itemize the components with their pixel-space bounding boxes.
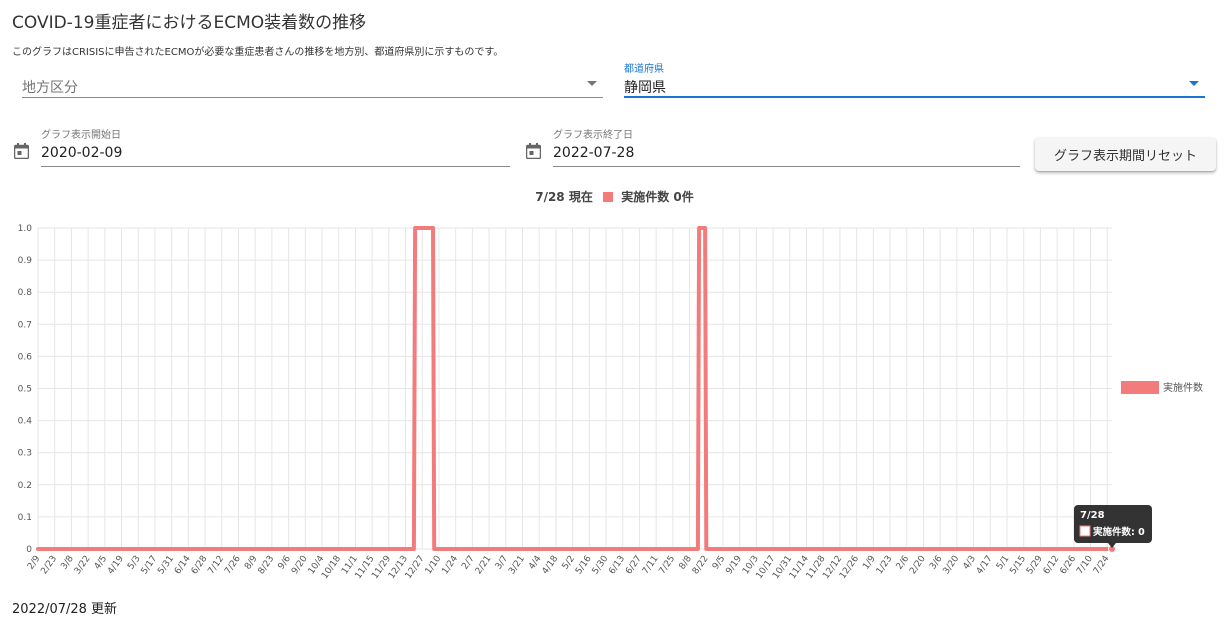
x-tick-label: 5/15 bbox=[1008, 554, 1028, 576]
y-tick-label: 0.7 bbox=[18, 320, 32, 330]
prefecture-label: 都道府県 bbox=[624, 64, 664, 75]
page-description: このグラフはCRISISに申告されたECMOが必要な重症患者さんの推移を地方別、… bbox=[12, 47, 504, 58]
last-updated: 2022/07/28 更新 bbox=[12, 602, 118, 617]
x-tick-label: 7/25 bbox=[658, 554, 678, 576]
region-placeholder: 地方区分 bbox=[22, 80, 78, 96]
x-tick-label: 1/24 bbox=[440, 554, 460, 577]
summary-series-label: 実施件数 bbox=[621, 190, 670, 204]
x-tick-label: 5/16 bbox=[574, 554, 594, 577]
x-tick-label: 7/24 bbox=[1092, 554, 1112, 577]
x-tick-label: 5/31 bbox=[156, 554, 176, 576]
legend-label: 実施件数 bbox=[1163, 381, 1203, 394]
summary-value: 0件 bbox=[673, 190, 694, 204]
summary-swatch bbox=[603, 192, 614, 202]
summary-date: 7/28 現在 bbox=[535, 190, 593, 204]
ecmo-line-chart: 00.10.20.30.40.50.60.70.80.91.02/92/23 3/… bbox=[18, 224, 1203, 581]
y-tick-label: 1.0 bbox=[18, 224, 33, 234]
calendar-icon bbox=[14, 143, 29, 159]
x-tick-label: 3/20 bbox=[942, 554, 962, 577]
x-tick-label: 9/19 bbox=[724, 554, 744, 577]
chart-summary: 7/28 現在 実施件数 0件 bbox=[0, 188, 1229, 205]
tooltip-label: 実施件数: 0 bbox=[1093, 526, 1145, 538]
x-tick-label: 4/18 bbox=[541, 554, 561, 577]
caret-down-icon bbox=[1189, 81, 1199, 86]
start-date-value: 2020-02-09 bbox=[41, 145, 123, 161]
prefecture-underline bbox=[624, 96, 1205, 98]
y-tick-label: 0.6 bbox=[18, 352, 33, 362]
y-tick-label: 0.1 bbox=[18, 513, 32, 523]
x-tick-label: 4/19 bbox=[106, 554, 126, 577]
x-tick-label: 8/22 bbox=[691, 554, 711, 576]
caret-down-icon bbox=[587, 81, 597, 86]
y-tick-label: 0 bbox=[26, 545, 32, 555]
x-tick-label: 5/17 bbox=[140, 554, 160, 576]
x-tick-label: 3/21 bbox=[507, 554, 527, 576]
end-date-underline bbox=[553, 166, 1020, 167]
end-date-label: グラフ表示終了日 bbox=[553, 130, 633, 141]
y-tick-label: 0.8 bbox=[18, 288, 33, 298]
x-tick-label: 2/20 bbox=[908, 554, 928, 577]
x-tick-label: 1/10 bbox=[424, 554, 444, 577]
region-select[interactable]: 地方区分 bbox=[22, 68, 603, 98]
start-date-underline bbox=[41, 166, 510, 167]
end-date-value: 2022-07-28 bbox=[553, 145, 635, 161]
prefecture-select[interactable]: 都道府県 静岡県 bbox=[624, 60, 1205, 98]
x-tick-label: 6/13 bbox=[607, 554, 627, 576]
region-underline bbox=[22, 97, 603, 98]
x-tick-label: 6/27 bbox=[624, 554, 644, 576]
x-tick-label: 8/23 bbox=[257, 554, 277, 576]
x-tick-label: 7/12 bbox=[206, 554, 226, 576]
x-tick-label: 6/26 bbox=[1058, 554, 1078, 577]
y-tick-label: 0.5 bbox=[18, 385, 32, 395]
x-tick-label: 4/17 bbox=[975, 554, 995, 576]
x-tick-label: 6/28 bbox=[190, 554, 210, 577]
tooltip-title: 7/28 bbox=[1080, 510, 1105, 521]
tooltip-swatch bbox=[1079, 525, 1091, 537]
start-date-field[interactable]: グラフ表示開始日 2020-02-09 bbox=[14, 126, 510, 168]
x-tick-label: 5/29 bbox=[1025, 554, 1045, 577]
legend-swatch bbox=[1121, 381, 1159, 394]
x-tick-label: 1/23 bbox=[875, 554, 895, 576]
y-tick-label: 0.9 bbox=[18, 256, 33, 266]
x-tick-label: 2/23 bbox=[39, 554, 59, 576]
y-tick-label: 0.2 bbox=[18, 481, 32, 491]
y-tick-label: 0.4 bbox=[18, 417, 33, 427]
page-title: COVID-19重症者におけるECMO装着数の推移 bbox=[12, 13, 367, 33]
x-tick-label: 7/11 bbox=[641, 554, 661, 576]
x-tick-label: 5/30 bbox=[591, 554, 611, 577]
x-tick-label: 7/10 bbox=[1075, 554, 1095, 577]
x-tick-label: 2/21 bbox=[474, 554, 494, 576]
x-tick-label: 6/12 bbox=[1042, 554, 1062, 576]
x-tick-label: 7/26 bbox=[223, 554, 243, 577]
x-tick-label: 9/20 bbox=[290, 554, 310, 577]
x-tick-label: 6/14 bbox=[173, 554, 193, 577]
prefecture-value: 静岡県 bbox=[624, 80, 666, 96]
end-date-field[interactable]: グラフ表示終了日 2022-07-28 bbox=[526, 126, 1020, 168]
start-date-label: グラフ表示開始日 bbox=[41, 130, 121, 141]
calendar-icon bbox=[526, 143, 541, 159]
reset-period-button[interactable]: グラフ表示期間リセット bbox=[1035, 137, 1216, 171]
y-tick-label: 0.3 bbox=[18, 449, 32, 459]
x-tick-label: 3/22 bbox=[73, 554, 93, 576]
